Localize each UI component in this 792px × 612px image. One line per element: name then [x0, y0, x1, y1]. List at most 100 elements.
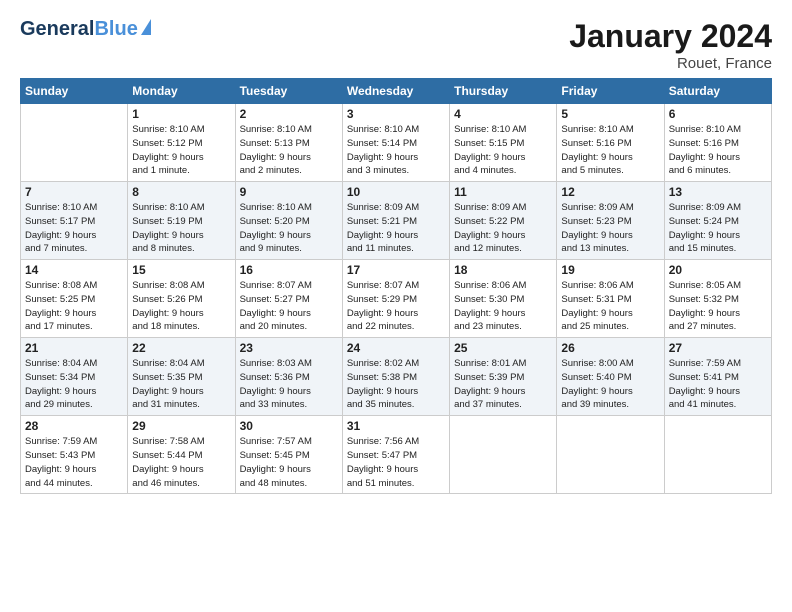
calendar-cell: 6Sunrise: 8:10 AMSunset: 5:16 PMDaylight… — [664, 104, 771, 182]
title-area: January 2024 Rouet, France — [569, 18, 772, 72]
day-info: Sunrise: 8:06 AMSunset: 5:31 PMDaylight:… — [561, 279, 659, 334]
day-number: 31 — [347, 419, 445, 433]
day-number: 5 — [561, 107, 659, 121]
day-number: 9 — [240, 185, 338, 199]
day-info: Sunrise: 8:10 AMSunset: 5:17 PMDaylight:… — [25, 201, 123, 256]
day-info: Sunrise: 8:10 AMSunset: 5:13 PMDaylight:… — [240, 123, 338, 178]
day-number: 7 — [25, 185, 123, 199]
calendar-cell: 31 Sunrise: 7:56 AMSunset: 5:47 PMDayligh… — [342, 416, 449, 494]
day-number: 17 — [347, 263, 445, 277]
day-info: Sunrise: 8:10 AMSunset: 5:16 PMDaylight:… — [669, 123, 767, 178]
calendar-cell: 12Sunrise: 8:09 AMSunset: 5:23 PMDayligh… — [557, 182, 664, 260]
calendar-cell: 18Sunrise: 8:06 AMSunset: 5:30 PMDayligh… — [450, 260, 557, 338]
calendar-cell: 16 Sunrise: 8:07 AMSunset: 5:27 PMDayligh… — [235, 260, 342, 338]
day-info: Sunrise: 7:59 AMSunset: 5:41 PMDaylight:… — [669, 357, 767, 412]
calendar-cell — [664, 416, 771, 494]
location: Rouet, France — [569, 55, 772, 72]
day-number: 22 — [132, 341, 230, 355]
day-info: Sunrise: 8:07 AMSunset: 5:29 PMDaylight:… — [347, 279, 445, 334]
calendar-cell: 14 Sunrise: 8:08 AMSunset: 5:25 PMDayligh… — [21, 260, 128, 338]
logo-icon — [141, 19, 151, 35]
day-number: 12 — [561, 185, 659, 199]
calendar-cell: 29 Sunrise: 7:58 AMSunset: 5:44 PMDayligh… — [128, 416, 235, 494]
calendar-cell: 21Sunrise: 8:04 AMSunset: 5:34 PMDayligh… — [21, 338, 128, 416]
calendar-cell: 8Sunrise: 8:10 AMSunset: 5:19 PMDaylight… — [128, 182, 235, 260]
day-number: 28 — [25, 419, 123, 433]
day-number: 26 — [561, 341, 659, 355]
day-number: 18 — [454, 263, 552, 277]
header-day-thursday: Thursday — [450, 79, 557, 104]
page: GeneralBlue January 2024 Rouet, France S… — [0, 0, 792, 504]
header-day-friday: Friday — [557, 79, 664, 104]
day-info: Sunrise: 8:08 AMSunset: 5:25 PMDaylight:… — [25, 279, 123, 334]
calendar-cell: 23 Sunrise: 8:03 AMSunset: 5:36 PMDayligh… — [235, 338, 342, 416]
calendar-week-row: 1 Sunrise: 8:10 AMSunset: 5:12 PMDaylight… — [21, 104, 772, 182]
day-info: Sunrise: 8:04 AMSunset: 5:35 PMDaylight:… — [132, 357, 230, 412]
day-number: 2 — [240, 107, 338, 121]
day-info: Sunrise: 7:59 AMSunset: 5:43 PMDaylight:… — [25, 435, 123, 490]
calendar-cell: 10Sunrise: 8:09 AMSunset: 5:21 PMDayligh… — [342, 182, 449, 260]
calendar-cell: 15Sunrise: 8:08 AMSunset: 5:26 PMDayligh… — [128, 260, 235, 338]
day-info: Sunrise: 7:56 AMSunset: 5:47 PMDaylight:… — [347, 435, 445, 490]
day-number: 4 — [454, 107, 552, 121]
day-number: 16 — [240, 263, 338, 277]
calendar-cell: 25Sunrise: 8:01 AMSunset: 5:39 PMDayligh… — [450, 338, 557, 416]
day-info: Sunrise: 8:09 AMSunset: 5:22 PMDaylight:… — [454, 201, 552, 256]
calendar-cell: 11 Sunrise: 8:09 AMSunset: 5:22 PMDayligh… — [450, 182, 557, 260]
month-title: January 2024 — [569, 18, 772, 55]
day-number: 30 — [240, 419, 338, 433]
calendar-cell: 17 Sunrise: 8:07 AMSunset: 5:29 PMDayligh… — [342, 260, 449, 338]
day-info: Sunrise: 8:02 AMSunset: 5:38 PMDaylight:… — [347, 357, 445, 412]
calendar-table: SundayMondayTuesdayWednesdayThursdayFrid… — [20, 78, 772, 494]
calendar-cell: 30 Sunrise: 7:57 AMSunset: 5:45 PMDayligh… — [235, 416, 342, 494]
calendar-cell: 7 Sunrise: 8:10 AMSunset: 5:17 PMDaylight… — [21, 182, 128, 260]
day-info: Sunrise: 7:57 AMSunset: 5:45 PMDaylight:… — [240, 435, 338, 490]
day-info: Sunrise: 8:08 AMSunset: 5:26 PMDaylight:… — [132, 279, 230, 334]
day-info: Sunrise: 8:10 AMSunset: 5:12 PMDaylight:… — [132, 123, 230, 178]
day-info: Sunrise: 8:10 AMSunset: 5:14 PMDaylight:… — [347, 123, 445, 178]
calendar-cell — [21, 104, 128, 182]
calendar-cell: 2 Sunrise: 8:10 AMSunset: 5:13 PMDaylight… — [235, 104, 342, 182]
day-number: 29 — [132, 419, 230, 433]
day-number: 8 — [132, 185, 230, 199]
day-info: Sunrise: 8:03 AMSunset: 5:36 PMDaylight:… — [240, 357, 338, 412]
day-number: 10 — [347, 185, 445, 199]
header-day-monday: Monday — [128, 79, 235, 104]
day-info: Sunrise: 7:58 AMSunset: 5:44 PMDaylight:… — [132, 435, 230, 490]
day-number: 24 — [347, 341, 445, 355]
day-info: Sunrise: 8:00 AMSunset: 5:40 PMDaylight:… — [561, 357, 659, 412]
day-number: 3 — [347, 107, 445, 121]
day-number: 1 — [132, 107, 230, 121]
logo-text: GeneralBlue — [20, 18, 138, 40]
calendar-cell: 26 Sunrise: 8:00 AMSunset: 5:40 PMDayligh… — [557, 338, 664, 416]
day-info: Sunrise: 8:01 AMSunset: 5:39 PMDaylight:… — [454, 357, 552, 412]
day-info: Sunrise: 8:07 AMSunset: 5:27 PMDaylight:… — [240, 279, 338, 334]
day-info: Sunrise: 8:10 AMSunset: 5:20 PMDaylight:… — [240, 201, 338, 256]
calendar-week-row: 14 Sunrise: 8:08 AMSunset: 5:25 PMDayligh… — [21, 260, 772, 338]
calendar-week-row: 21Sunrise: 8:04 AMSunset: 5:34 PMDayligh… — [21, 338, 772, 416]
day-number: 27 — [669, 341, 767, 355]
day-number: 11 — [454, 185, 552, 199]
calendar-cell: 5 Sunrise: 8:10 AMSunset: 5:16 PMDaylight… — [557, 104, 664, 182]
header-day-sunday: Sunday — [21, 79, 128, 104]
header-day-wednesday: Wednesday — [342, 79, 449, 104]
day-info: Sunrise: 8:05 AMSunset: 5:32 PMDaylight:… — [669, 279, 767, 334]
calendar-cell: 19Sunrise: 8:06 AMSunset: 5:31 PMDayligh… — [557, 260, 664, 338]
calendar-cell: 24 Sunrise: 8:02 AMSunset: 5:38 PMDayligh… — [342, 338, 449, 416]
calendar-body: 1 Sunrise: 8:10 AMSunset: 5:12 PMDaylight… — [21, 104, 772, 494]
calendar-cell: 1 Sunrise: 8:10 AMSunset: 5:12 PMDaylight… — [128, 104, 235, 182]
day-number: 13 — [669, 185, 767, 199]
day-number: 14 — [25, 263, 123, 277]
calendar-cell: 4 Sunrise: 8:10 AMSunset: 5:15 PMDaylight… — [450, 104, 557, 182]
calendar-cell: 9 Sunrise: 8:10 AMSunset: 5:20 PMDaylight… — [235, 182, 342, 260]
day-number: 23 — [240, 341, 338, 355]
day-info: Sunrise: 8:10 AMSunset: 5:16 PMDaylight:… — [561, 123, 659, 178]
calendar-week-row: 7 Sunrise: 8:10 AMSunset: 5:17 PMDaylight… — [21, 182, 772, 260]
logo: GeneralBlue — [20, 18, 151, 40]
calendar-cell: 22 Sunrise: 8:04 AMSunset: 5:35 PMDayligh… — [128, 338, 235, 416]
calendar-header-row: SundayMondayTuesdayWednesdayThursdayFrid… — [21, 79, 772, 104]
calendar-cell: 27 Sunrise: 7:59 AMSunset: 5:41 PMDayligh… — [664, 338, 771, 416]
day-info: Sunrise: 8:10 AMSunset: 5:15 PMDaylight:… — [454, 123, 552, 178]
calendar-cell — [450, 416, 557, 494]
calendar-week-row: 28 Sunrise: 7:59 AMSunset: 5:43 PMDayligh… — [21, 416, 772, 494]
